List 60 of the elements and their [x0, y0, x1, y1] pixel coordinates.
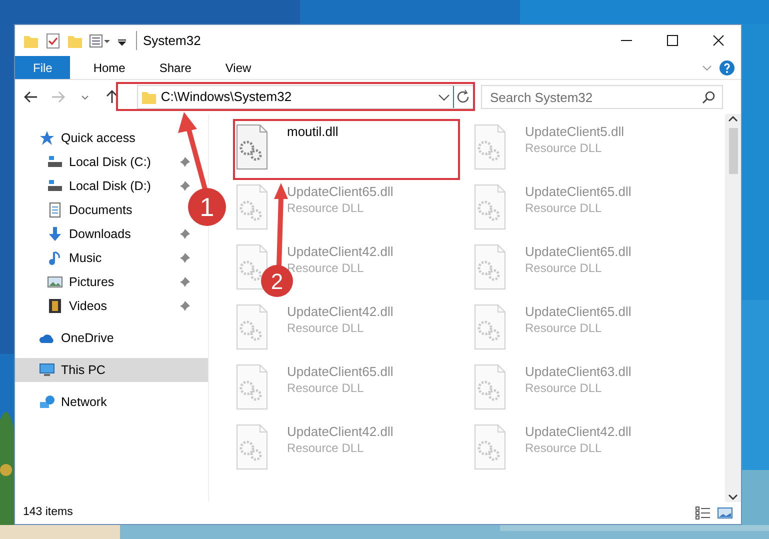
scroll-down-icon[interactable] — [728, 492, 738, 502]
download-icon — [47, 226, 63, 242]
file-type: Resource DLL — [287, 440, 365, 457]
customize-icon[interactable] — [89, 32, 111, 48]
film-icon — [47, 298, 63, 314]
pin-icon[interactable] — [180, 277, 190, 287]
file-type: Resource DLL — [287, 320, 365, 337]
caret-icon — [81, 94, 90, 100]
document-icon — [47, 202, 63, 218]
file-type: Resource DLL — [525, 380, 603, 397]
drive-icon — [47, 178, 63, 194]
sidebar-item[interactable]: This PC — [15, 358, 208, 382]
pin-icon[interactable] — [180, 301, 190, 311]
minimize-icon — [620, 39, 632, 42]
network-icon — [39, 394, 55, 410]
window-title: System32 — [136, 30, 201, 50]
star-icon — [39, 130, 55, 146]
file-type: Resource DLL — [525, 200, 603, 217]
sidebar-item[interactable]: Music — [15, 246, 208, 270]
sidebar-item[interactable]: Network — [15, 390, 208, 414]
file-type: Resource DLL — [525, 260, 603, 277]
file-name[interactable]: moutil.dll — [287, 124, 338, 139]
sidebar-item[interactable]: Pictures — [15, 270, 208, 294]
file-type: Resource DLL — [525, 140, 603, 157]
sidebar-item[interactable]: Documents — [15, 198, 178, 222]
music-note-icon — [47, 250, 63, 266]
ribbon-tab[interactable]: Home — [76, 56, 142, 79]
step-callout-tooltip: 1 — [178, 112, 226, 226]
ribbon-tab[interactable]: Share — [142, 56, 208, 79]
scroll-up-icon[interactable] — [728, 114, 738, 124]
sidebar-item[interactable]: OneDrive — [15, 326, 208, 350]
file-type: Resource DLL — [525, 320, 603, 337]
scrollbar-thumb[interactable] — [728, 128, 738, 174]
file-type: Resource DLL — [287, 260, 365, 277]
help-icon[interactable] — [719, 60, 735, 76]
search-field[interactable]: Search System32 — [481, 85, 723, 109]
picture-icon — [47, 274, 63, 290]
dll-file-icon[interactable] — [235, 124, 269, 170]
file-type: Resource DLL — [525, 440, 603, 457]
close-icon — [712, 35, 724, 46]
details-view-icon[interactable] — [695, 506, 711, 520]
file-menu-button[interactable]: File — [15, 56, 70, 79]
sidebar-item[interactable]: Videos — [15, 294, 208, 318]
pin-icon[interactable] — [180, 181, 190, 191]
pin-icon[interactable] — [180, 229, 190, 239]
search-icon — [702, 90, 716, 104]
properties-icon[interactable] — [45, 32, 61, 48]
item-count: 143 items — [23, 505, 73, 520]
pin-icon[interactable] — [180, 157, 190, 167]
pin-icon[interactable] — [180, 253, 190, 263]
large-icons-view-icon[interactable] — [717, 506, 733, 520]
file-type: Resource DLL — [287, 200, 365, 217]
file-type: Resource DLL — [287, 380, 365, 397]
drive-icon — [47, 154, 63, 170]
address-bar[interactable]: C:\Windows\System32 — [136, 85, 475, 109]
ribbon-tab[interactable]: View — [208, 56, 268, 79]
computer-icon — [39, 362, 55, 378]
scrollbar[interactable] — [725, 114, 741, 502]
maximize-icon — [666, 35, 678, 46]
folder-icon — [140, 89, 157, 105]
